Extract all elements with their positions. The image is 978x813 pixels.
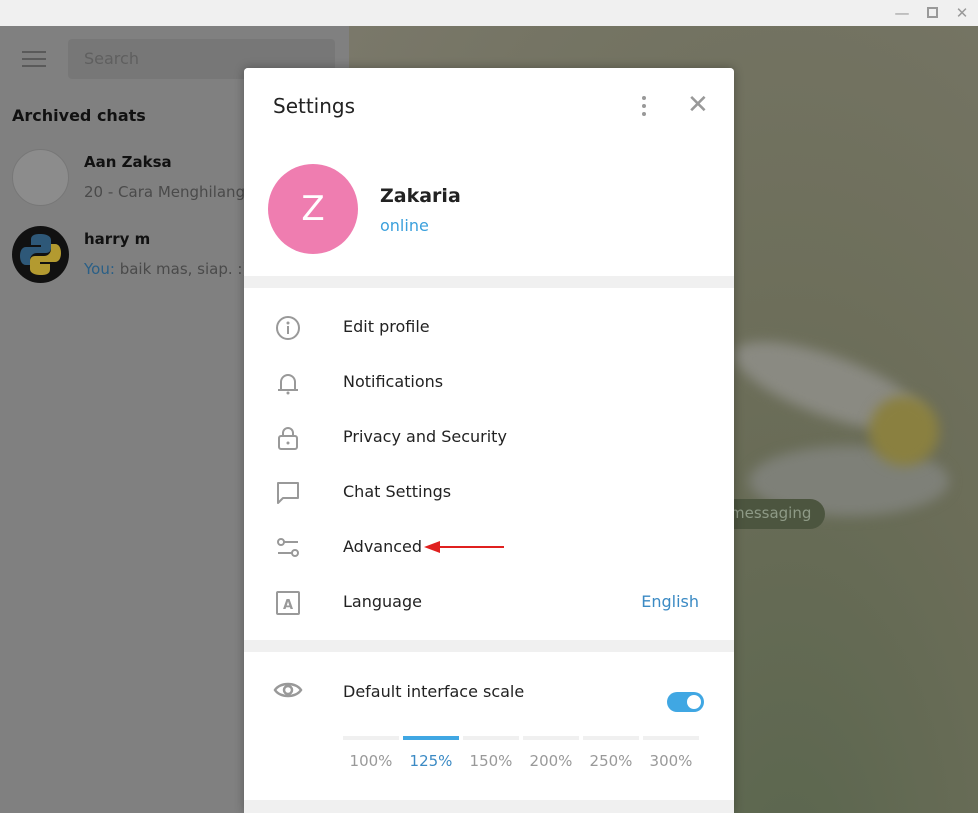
close-icon[interactable]: ✕	[687, 92, 709, 118]
archived-chats-heading: Archived chats	[12, 106, 146, 125]
scale-option-label: 150%	[469, 752, 513, 770]
menu-item-chat-settings[interactable]: Chat Settings	[244, 465, 734, 520]
scale-option-label: 250%	[589, 752, 633, 770]
svg-text:A: A	[283, 598, 293, 613]
scale-section: Default interface scale 100% 125% 150% 200%…	[244, 652, 734, 800]
scale-option-label: 300%	[649, 752, 693, 770]
settings-menu: Edit profile Notifications Privacy and S…	[244, 288, 734, 640]
scale-option[interactable]: 250%	[583, 736, 639, 770]
menu-label: Chat Settings	[343, 482, 452, 501]
title-bar: — ✕	[0, 0, 978, 26]
scale-bar	[523, 736, 579, 740]
menu-item-edit-profile[interactable]: Edit profile	[244, 300, 734, 355]
avatar	[12, 226, 69, 283]
menu-label: Notifications	[343, 372, 444, 391]
settings-header: Settings ✕ Z Zakaria online	[244, 68, 734, 276]
scale-option[interactable]: 100%	[343, 736, 399, 770]
scale-toggle[interactable]	[667, 692, 704, 712]
info-icon	[276, 316, 300, 340]
chat-preview: You: baik mas, siap. :)	[84, 260, 249, 278]
maximize-button[interactable]	[922, 3, 942, 23]
menu-label: Advanced	[343, 537, 423, 556]
chat-name: harry m	[84, 230, 151, 248]
scale-option-label: 100%	[349, 752, 393, 770]
avatar	[12, 149, 69, 206]
eye-icon	[273, 682, 303, 698]
chat-name: Aan Zaksa	[84, 153, 172, 171]
settings-dialog: Settings ✕ Z Zakaria online Edit profile…	[244, 68, 734, 813]
scale-option-label: 200%	[529, 752, 573, 770]
scale-option[interactable]: 300%	[643, 736, 699, 770]
scale-bar	[583, 736, 639, 740]
scale-option-label: 125%	[409, 752, 453, 770]
menu-label: Edit profile	[343, 317, 430, 336]
close-window-button[interactable]: ✕	[952, 3, 972, 23]
menu-item-privacy[interactable]: Privacy and Security	[244, 410, 734, 465]
user-status: online	[380, 216, 429, 235]
bell-icon	[278, 374, 298, 395]
sliders-icon	[277, 538, 299, 557]
scale-option[interactable]: 125%	[403, 736, 459, 770]
language-icon: A	[276, 591, 300, 615]
scale-option[interactable]: 200%	[523, 736, 579, 770]
scale-option[interactable]: 150%	[463, 736, 519, 770]
more-options-icon[interactable]	[642, 96, 646, 120]
avatar[interactable]: Z	[268, 164, 358, 254]
user-name: Zakaria	[380, 185, 461, 207]
scale-bar	[463, 736, 519, 740]
menu-item-language[interactable]: A Language English	[244, 575, 734, 630]
dialog-title: Settings	[273, 94, 356, 118]
scale-bar	[643, 736, 699, 740]
lock-icon	[278, 427, 298, 450]
menu-item-notifications[interactable]: Notifications	[244, 355, 734, 410]
scale-bar	[403, 736, 459, 740]
menu-icon[interactable]	[22, 51, 46, 67]
scale-label: Default interface scale	[343, 682, 525, 701]
minimize-button[interactable]: —	[892, 3, 912, 23]
menu-label: Privacy and Security	[343, 427, 507, 446]
chat-preview: 20 - Cara Menghilangk	[84, 183, 254, 201]
annotation-arrow	[424, 541, 504, 553]
chat-bubble-icon	[277, 482, 299, 504]
scale-bar	[343, 736, 399, 740]
language-value: English	[641, 592, 699, 611]
menu-label: Language	[343, 592, 422, 611]
